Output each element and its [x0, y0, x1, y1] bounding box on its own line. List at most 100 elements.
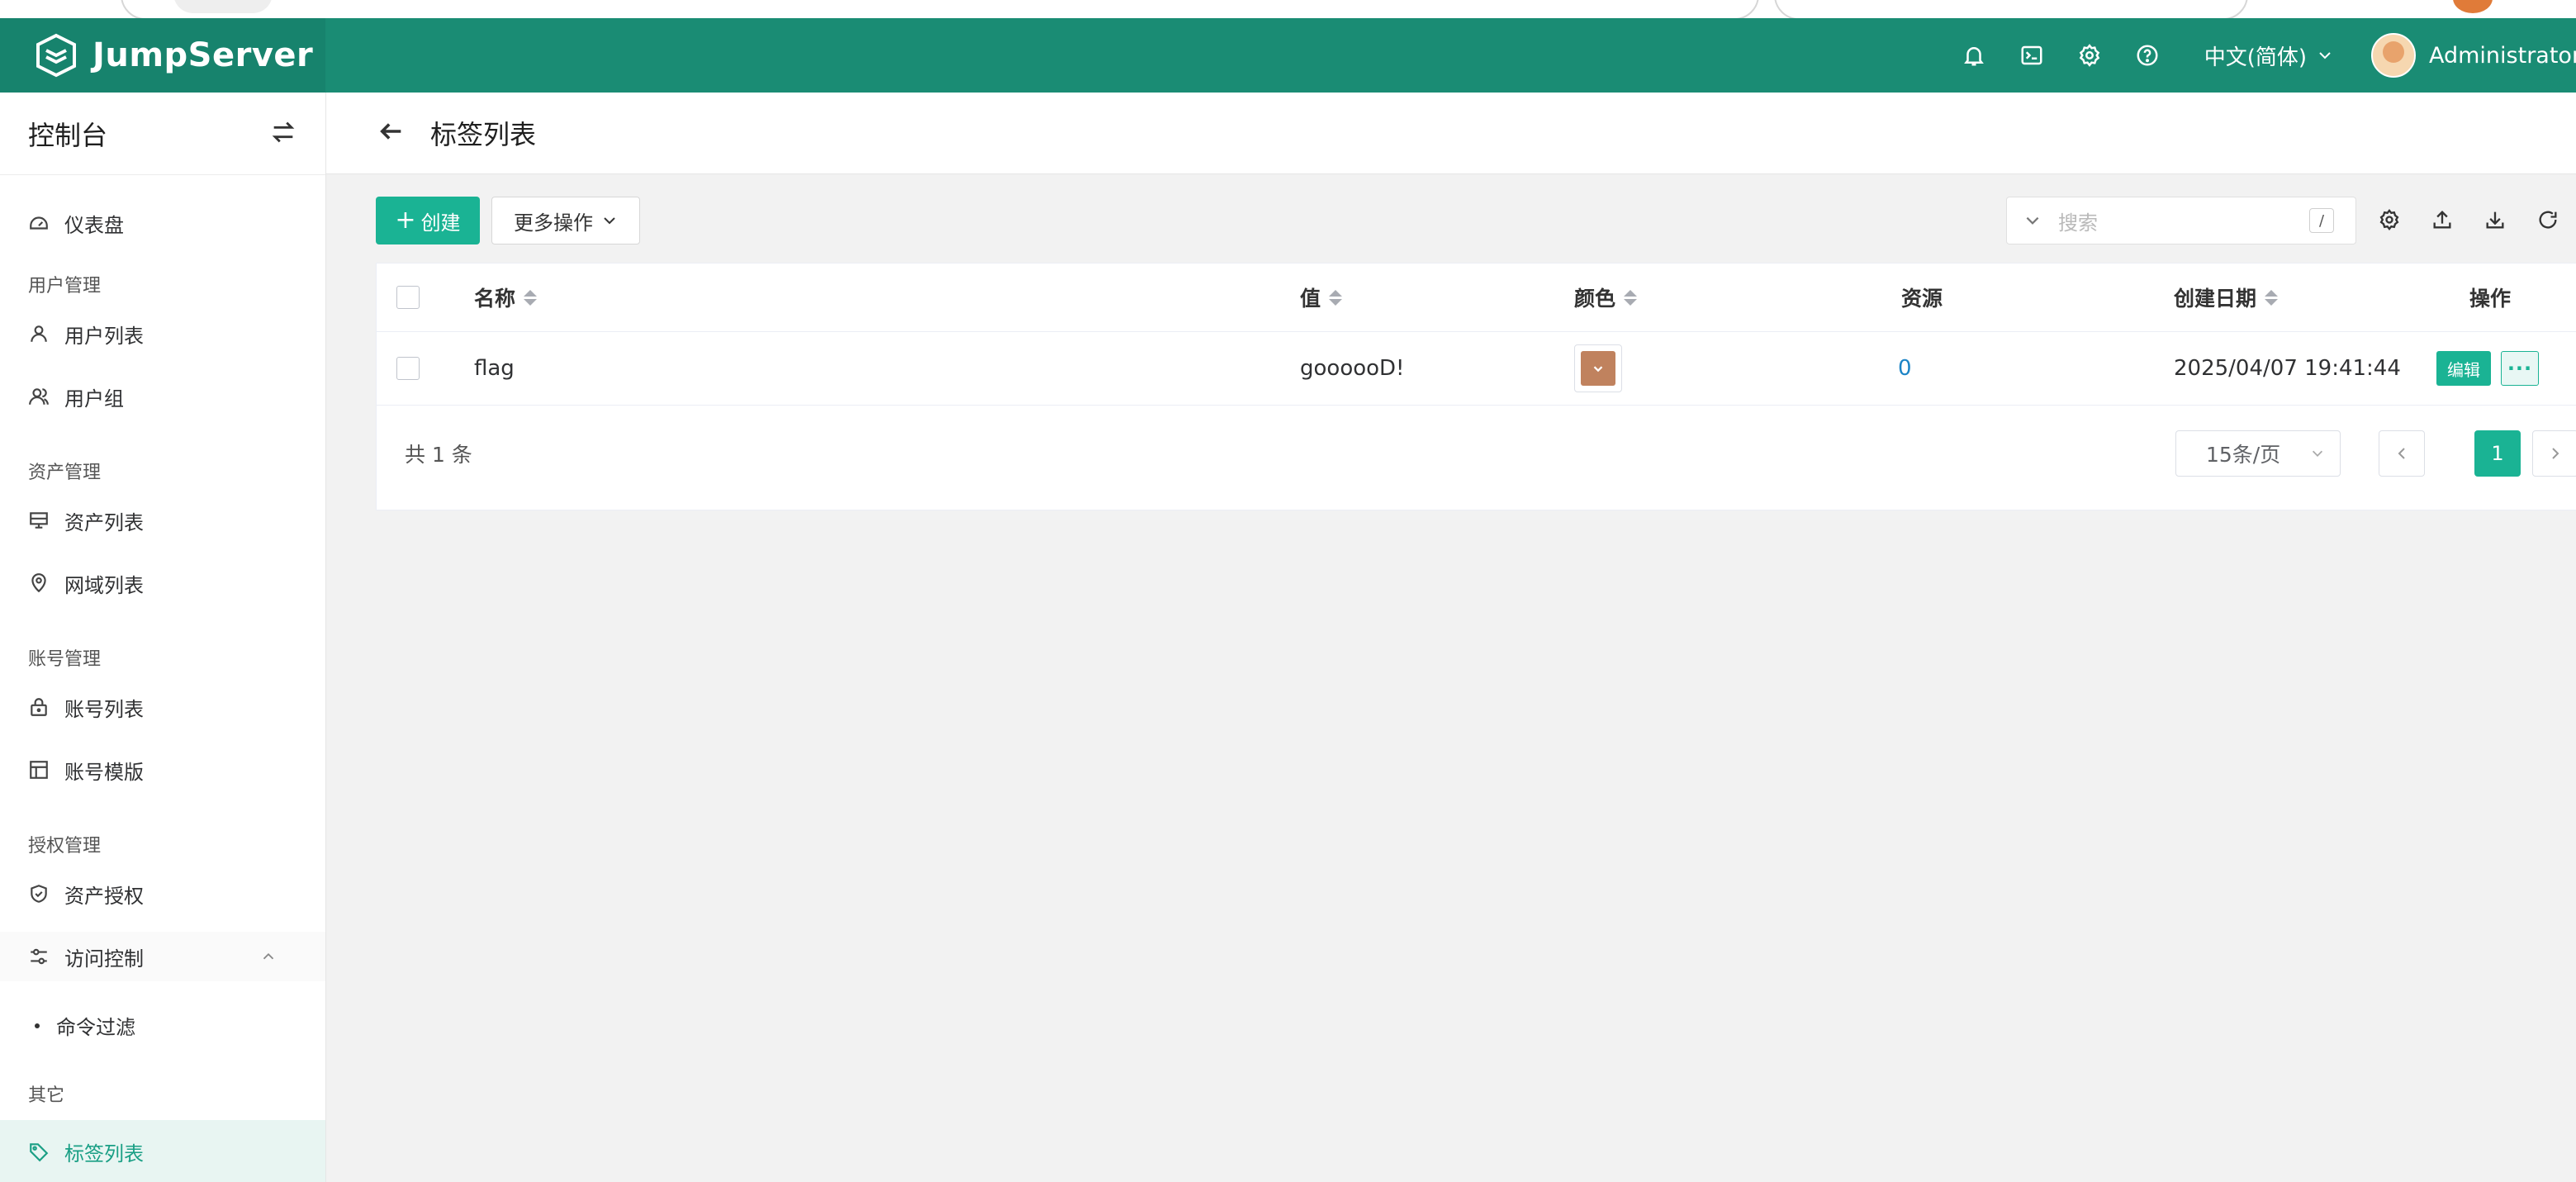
column-header-value[interactable]: 值	[1300, 263, 1343, 331]
column-label: 创建日期	[2174, 287, 2257, 311]
sidebar: 控制台 仪表盘 用户管理 用户列表 用户组 资产管理 资产列表 网域列表 账号管…	[0, 93, 326, 1182]
cell-resources-link[interactable]: 0	[1898, 332, 1912, 405]
sidebar-item-asset-perm[interactable]: 资产授权	[0, 869, 325, 919]
user-menu[interactable]: Administrator	[2371, 33, 2576, 78]
arrow-left-icon	[380, 123, 401, 140]
download-icon[interactable]	[2483, 208, 2508, 233]
sidebar-item-dashboard[interactable]: 仪表盘	[0, 198, 325, 248]
terminal-icon[interactable]	[2018, 41, 2046, 69]
chevron-down-icon	[1593, 366, 1603, 373]
chevron-down-icon	[604, 217, 615, 225]
sidebar-item-label: 用户组	[64, 387, 124, 411]
table-toolbar: + 创建 更多操作 搜索 /	[376, 197, 2576, 246]
address-bar[interactable]	[121, 0, 1759, 18]
sidebar-toggle-button[interactable]	[269, 118, 297, 150]
sidebar-item-cmd-filter[interactable]: 命令过滤	[35, 1011, 135, 1040]
location-icon	[31, 573, 46, 593]
page-header: 标签列表	[326, 93, 2576, 174]
select-all-checkbox[interactable]	[396, 263, 420, 331]
column-header-color[interactable]: 颜色	[1574, 263, 1638, 331]
row-checkbox[interactable]	[396, 332, 420, 405]
sidebar-title: 控制台	[28, 119, 108, 151]
refresh-icon[interactable]	[2536, 208, 2561, 233]
sidebar-item-user-group[interactable]: 用户组	[0, 372, 325, 421]
column-label: 操作	[2469, 287, 2512, 311]
next-page-button[interactable]	[2532, 430, 2576, 477]
sidebar-group-perms: 授权管理	[28, 836, 102, 857]
checkbox-box	[396, 357, 420, 380]
sidebar-item-label: 用户列表	[64, 324, 144, 348]
page-number-current[interactable]: 1	[2474, 430, 2521, 477]
main-content: 标签列表 + 创建 更多操作 搜索 / 名称 值 颜色 资源 创建日期 操作 f…	[326, 93, 2576, 1182]
sort-icon[interactable]	[1624, 289, 1638, 306]
column-label: 名称	[474, 287, 516, 311]
browser-search-box[interactable]	[1774, 0, 2248, 18]
tag-icon	[30, 1143, 49, 1162]
sidebar-item-account-list[interactable]: 账号列表	[0, 682, 325, 732]
user-group-icon	[29, 388, 49, 405]
lock-icon	[31, 698, 47, 716]
column-label: 值	[1300, 287, 1321, 311]
sidebar-group-accounts: 账号管理	[28, 649, 102, 670]
create-button-label: 创建	[420, 211, 461, 235]
back-button[interactable]	[326, 117, 406, 149]
help-icon[interactable]	[2133, 41, 2161, 69]
upload-icon[interactable]	[2431, 208, 2455, 233]
sliders-icon	[31, 948, 47, 965]
chevron-left-icon	[2398, 448, 2405, 459]
sidebar-item-label: 命令过滤	[56, 1016, 135, 1039]
sidebar-item-label: 账号模版	[64, 760, 144, 784]
sort-icon[interactable]	[2265, 289, 2279, 306]
column-header-created[interactable]: 创建日期	[2174, 263, 2279, 331]
settings-icon[interactable]	[2378, 208, 2403, 233]
dashboard-icon	[30, 216, 48, 230]
sidebar-item-label-list[interactable]: 标签列表	[0, 1120, 325, 1182]
sidebar-item-user-list[interactable]: 用户列表	[0, 309, 325, 358]
color-picker[interactable]	[1574, 344, 1622, 392]
sort-icon[interactable]	[1329, 289, 1343, 306]
language-label: 中文(简体)	[2204, 45, 2307, 70]
browser-profile-icon[interactable]	[2453, 0, 2493, 13]
edit-button[interactable]: 编辑	[2436, 351, 2491, 386]
sidebar-item-label: 网域列表	[64, 573, 144, 597]
color-swatch	[1581, 351, 1615, 386]
more-actions-label: 更多操作	[514, 211, 593, 235]
column-header-resources: 资源	[1901, 263, 1943, 331]
column-label: 颜色	[1574, 287, 1616, 311]
jumpserver-logo-icon	[36, 33, 76, 78]
sidebar-item-zone-list[interactable]: 网域列表	[0, 558, 325, 608]
brand-name: JumpServer	[93, 36, 314, 74]
more-row-actions-button[interactable]: ···	[2501, 351, 2539, 386]
cell-value: goooooD!	[1300, 356, 1405, 381]
server-icon	[30, 512, 48, 529]
logo[interactable]: JumpServer	[0, 18, 325, 93]
user-name: Administrator	[2429, 42, 2576, 69]
page-size-value: 15条/页	[2206, 443, 2281, 467]
language-selector[interactable]: 中文(简体)	[2204, 40, 2333, 71]
chevron-right-icon	[2552, 448, 2559, 459]
column-header-actions: 操作	[2469, 263, 2511, 331]
table-row: flag goooooD! 0 2025/04/07 19:41:44 编辑 ·…	[377, 332, 2576, 406]
table-header: 名称 值 颜色 资源 创建日期 操作	[377, 263, 2576, 332]
sidebar-item-label: 账号列表	[64, 697, 144, 721]
sort-icon[interactable]	[524, 289, 538, 306]
more-actions-button[interactable]: 更多操作	[491, 197, 640, 244]
switch-arrows-icon	[272, 121, 295, 142]
bell-icon[interactable]	[1960, 41, 1988, 69]
cell-color	[1574, 332, 1622, 405]
sidebar-header: 控制台	[0, 93, 325, 175]
sidebar-item-account-template[interactable]: 账号模版	[0, 745, 325, 795]
gear-icon[interactable]	[2076, 41, 2104, 69]
search-input[interactable]: 搜索 /	[2006, 197, 2356, 244]
prev-page-button[interactable]	[2379, 430, 2425, 477]
site-info-pill[interactable]	[173, 0, 273, 13]
page-size-select[interactable]: 15条/页	[2175, 430, 2341, 477]
column-header-name[interactable]: 名称	[474, 263, 538, 331]
cell-name: flag	[474, 356, 515, 381]
chevron-down-icon	[2026, 216, 2039, 225]
create-button[interactable]: + 创建	[376, 197, 480, 244]
template-icon	[30, 761, 48, 779]
sidebar-item-access-control[interactable]: 访问控制	[0, 932, 325, 981]
checkbox-box	[396, 286, 420, 309]
sidebar-item-asset-list[interactable]: 资产列表	[0, 496, 325, 545]
